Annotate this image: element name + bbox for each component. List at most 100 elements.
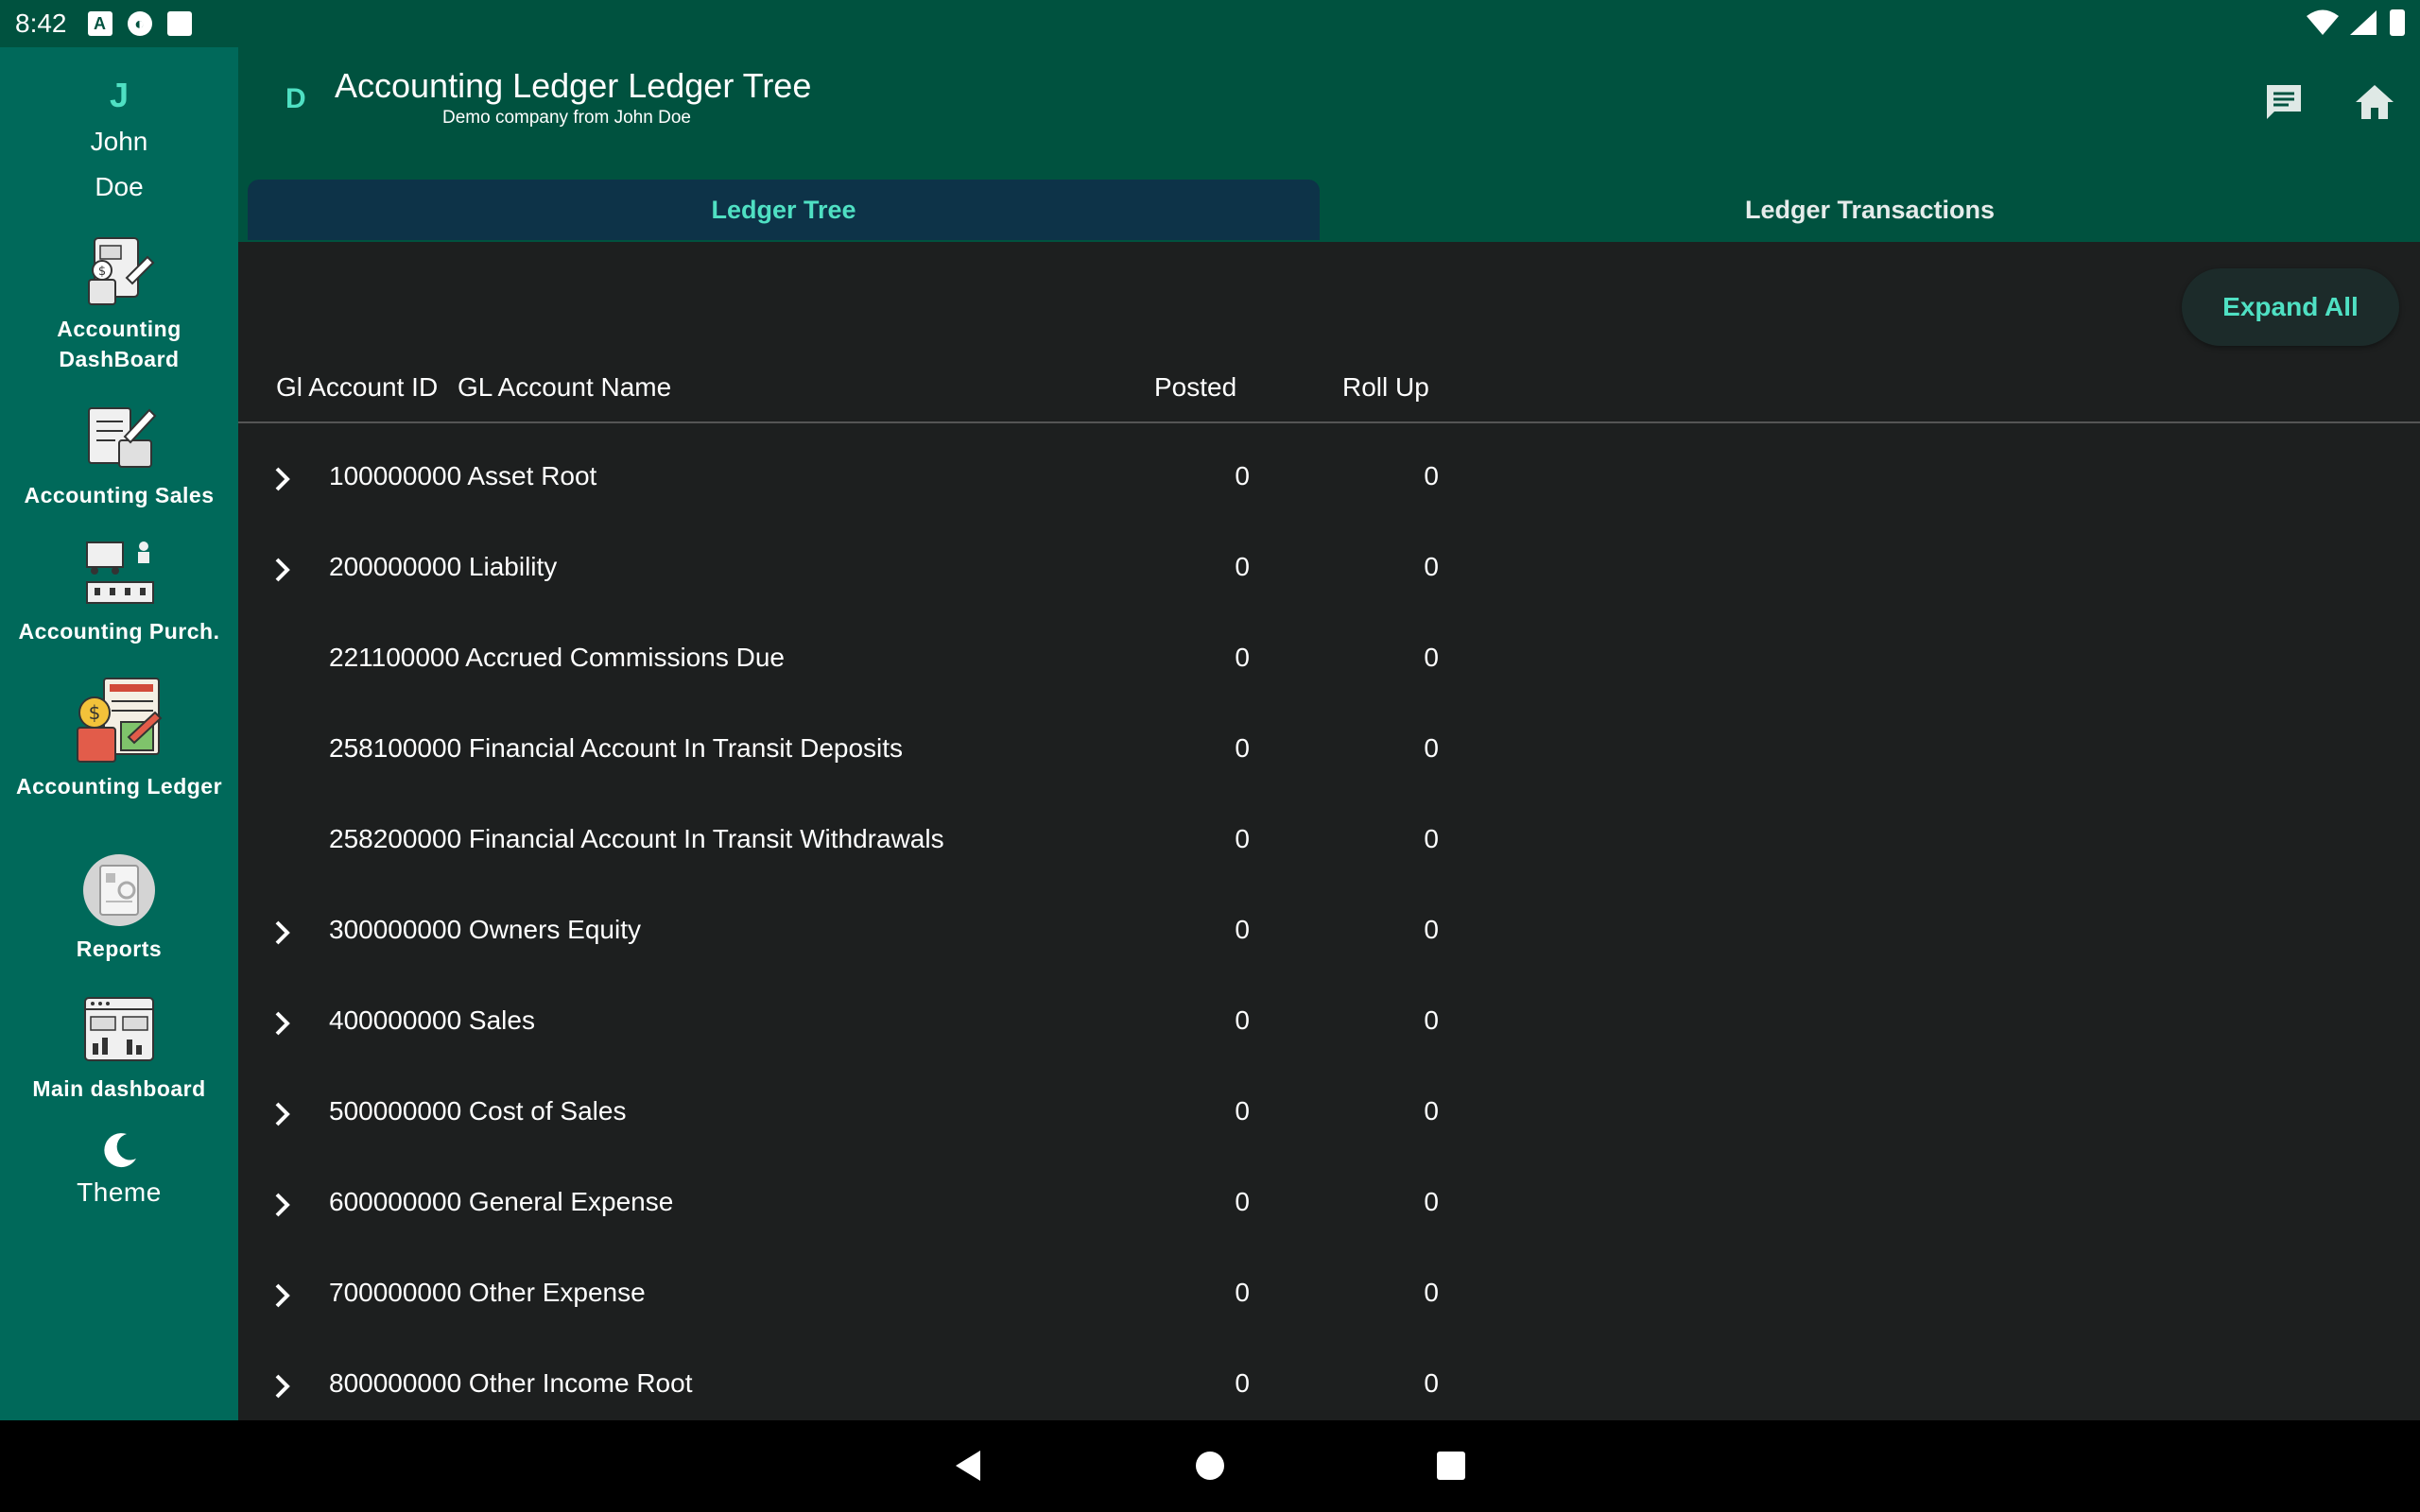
nav-label: Main dashboard [32,1076,206,1101]
recents-icon[interactable] [1432,1447,1470,1485]
rollup-value: 0 [1424,1096,1439,1125]
nav-label: Accounting [57,317,182,341]
nav-label: Accounting Ledger [15,774,223,799]
nav-main-dashboard[interactable]: Main dashboard [0,992,238,1104]
user-profile[interactable]: J John Doe [0,76,238,206]
rollup-value: 0 [1424,1005,1439,1035]
table-row[interactable]: 400000000 Sales 0 0 [238,977,2420,1068]
table-row[interactable]: 500000000 Cost of Sales 0 0 [238,1068,2420,1159]
accounting-ledger-icon: $ [77,678,163,763]
rollup-value: 0 [1424,824,1439,853]
nav-reports[interactable]: Reports [0,852,238,964]
nav-accounting-sales[interactable]: Accounting Sales [0,399,238,510]
nav-accounting-ledger[interactable]: $ Accounting Ledger [0,675,238,801]
cell-signal-icon [2350,10,2377,35]
posted-value: 0 [1235,1005,1250,1035]
rollup-value: 0 [1424,1278,1439,1307]
table-row: 258200000 Financial Account In Transit W… [238,796,2420,886]
rollup-value: 0 [1424,461,1439,490]
posted-value: 0 [1235,1278,1250,1307]
sd-card-icon [166,11,192,36]
rollup-value: 0 [1424,1187,1439,1216]
chevron-right-icon[interactable] [267,463,299,495]
header-divider [238,421,2420,423]
table-row[interactable]: 800000000 Other Income Root 0 0 [238,1340,2420,1420]
app-root: 8:42 A ◐ J John Doe $ Accounting DashBoa… [0,0,2420,1512]
posted-value: 0 [1235,643,1250,672]
rollup-value: 0 [1424,643,1439,672]
gl-account-label: 400000000 Sales [329,1005,535,1035]
nav-label: Accounting Purch. [18,619,220,644]
header-posted: Posted [1154,372,1237,402]
posted-value: 0 [1235,461,1250,490]
battery-icon [2390,9,2405,36]
theme-toggle[interactable]: Theme [0,1130,238,1208]
back-icon[interactable] [950,1447,988,1485]
gl-account-label: 200000000 Liability [329,552,558,581]
moon-icon [104,1133,136,1168]
app-bar: D Accounting Ledger Ledger Tree Demo com… [238,47,2420,180]
page-title: Accounting Ledger Ledger Tree [335,66,812,105]
status-icons-right [2307,9,2405,36]
system-nav-bar [0,1420,2420,1512]
gl-account-label: 258100000 Financial Account In Transit D… [329,733,904,763]
chevron-right-icon[interactable] [267,1280,299,1312]
posted-value: 0 [1235,824,1250,853]
table-row: 258100000 Financial Account In Transit D… [238,705,2420,796]
table-row[interactable]: 100000000 Asset Root 0 0 [238,433,2420,524]
reports-icon [83,854,155,926]
table-row[interactable]: 700000000 Other Expense 0 0 [238,1249,2420,1340]
nav-accounting-purchase[interactable]: Accounting Purch. [0,535,238,646]
chevron-right-icon[interactable] [267,1370,299,1402]
table-row: 221100000 Accrued Commissions Due 0 0 [238,614,2420,705]
accounting-purchase-icon [86,541,154,604]
table-row[interactable]: 200000000 Liability 0 0 [238,524,2420,614]
ledger-tree-panel: Expand All Gl Account ID GL Account Name… [238,242,2420,1420]
chevron-right-icon[interactable] [267,1098,299,1130]
posted-value: 0 [1235,1096,1250,1125]
posted-value: 0 [1235,733,1250,763]
status-bar: 8:42 A ◐ [0,0,2420,47]
keyboard-a-icon: A [87,11,112,36]
posted-value: 0 [1235,1187,1250,1216]
home-nav-icon[interactable] [1191,1447,1229,1485]
home-button[interactable] [2348,76,2401,129]
header-roll-up: Roll Up [1342,372,1429,402]
chat-button[interactable] [2257,76,2310,129]
posted-value: 0 [1235,552,1250,581]
chevron-right-icon[interactable] [267,554,299,586]
chevron-right-icon[interactable] [267,1007,299,1040]
sidebar: J John Doe $ Accounting DashBoard Accoun… [0,47,238,1420]
nav-label: Accounting Sales [24,483,215,507]
main-dashboard-icon [84,997,154,1061]
gl-account-label: 100000000 Asset Root [329,461,597,490]
status-icons-left: A ◐ [87,11,192,36]
posted-value: 0 [1235,915,1250,944]
table-row[interactable]: 300000000 Owners Equity 0 0 [238,886,2420,977]
table-row[interactable]: 600000000 General Expense 0 0 [238,1159,2420,1249]
nav-accounting-dashboard[interactable]: $ Accounting DashBoard [0,232,238,374]
chevron-right-icon[interactable] [267,1189,299,1221]
page-subtitle: Demo company from John Doe [442,108,691,128]
chat-icon [2267,85,2301,119]
wifi-icon [2307,9,2339,35]
chevron-right-icon[interactable] [267,917,299,949]
expand-all-button[interactable]: Expand All [2182,268,2399,346]
nav-label: Reports [76,936,163,961]
rollup-value: 0 [1424,1368,1439,1398]
gl-account-label: 221100000 Accrued Commissions Due [329,643,785,672]
rollup-value: 0 [1424,915,1439,944]
tab-ledger-tree[interactable]: Ledger Tree [248,180,1320,240]
rollup-value: 0 [1424,733,1439,763]
header-gl-account-name: GL Account Name [458,372,672,402]
tab-ledger-transactions[interactable]: Ledger Transactions [1320,180,2420,240]
gl-account-label: 600000000 General Expense [329,1187,674,1216]
home-icon [2356,85,2394,119]
accounting-sales-icon [88,407,157,468]
theme-label: Theme [77,1177,162,1207]
gl-account-label: 258200000 Financial Account In Transit W… [329,824,944,853]
accounting-dashboard-icon: $ [88,237,155,305]
user-avatar-initial: J [109,76,130,114]
company-avatar-initial[interactable]: D [285,83,306,115]
status-time: 8:42 [15,9,67,38]
